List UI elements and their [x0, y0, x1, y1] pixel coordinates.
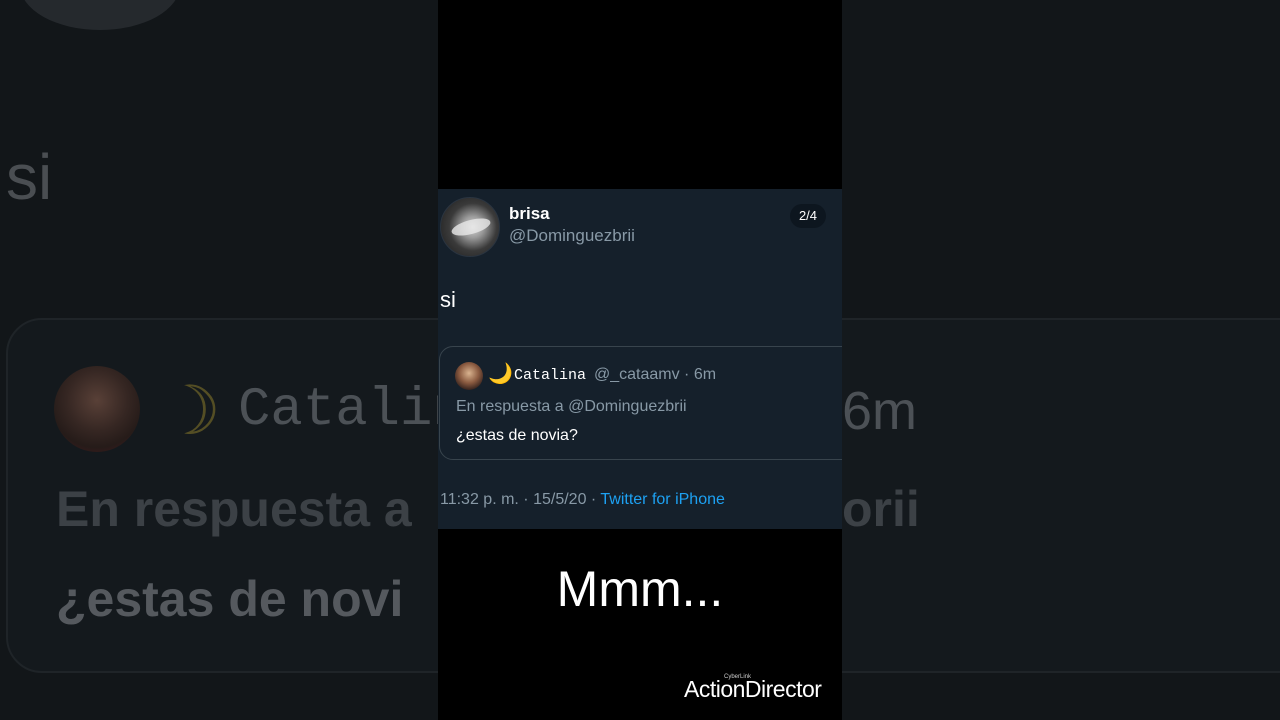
quoted-handle-time: @_cataamv · 6m [594, 366, 717, 383]
quoted-avatar[interactable] [455, 362, 483, 390]
source-link[interactable]: Twitter for iPhone [600, 491, 725, 508]
echo-moon-icon: ☽ [160, 373, 221, 449]
echo-quote-name: Catalin [238, 380, 465, 441]
user-handle[interactable]: @Dominguezbrii [509, 226, 635, 246]
echo-quote-avatar [54, 366, 140, 452]
echo-avatar-top [20, 0, 180, 30]
timestamp: 11:32 p. m. · 15/5/20 · [440, 491, 601, 508]
image-counter-badge: 2/4 [790, 204, 826, 228]
echo-reply-suffix: orii [842, 481, 920, 537]
quoted-tweet[interactable]: 🌙 Catalina @_cataamv · 6m En respuesta a… [439, 346, 842, 460]
echo-reply-prefix: En respuesta a [56, 481, 412, 537]
tweet-text: si [440, 287, 456, 312]
echo-quote-time: 6m [842, 381, 918, 441]
moon-icon: 🌙 [488, 363, 513, 385]
reply-to-line[interactable]: En respuesta a @Dominguezbrii [456, 398, 687, 416]
avatar[interactable] [440, 197, 500, 257]
display-name[interactable]: brisa [509, 204, 550, 224]
echo-question: ¿estas de novi [56, 571, 404, 627]
tweet-footer: 11:32 p. m. · 15/5/20 · Twitter for iPho… [440, 491, 725, 509]
quoted-text: ¿estas de novia? [456, 427, 578, 444]
actiondirector-watermark: ActionDirector [684, 676, 822, 702]
tweet-card[interactable]: brisa @Dominguezbrii 2/4 si 🌙 Catalina @… [438, 189, 842, 529]
echo-tweet-text: si [6, 141, 53, 213]
video-caption: Mmm... [556, 561, 724, 617]
quoted-display-name[interactable]: Catalina [514, 367, 586, 384]
